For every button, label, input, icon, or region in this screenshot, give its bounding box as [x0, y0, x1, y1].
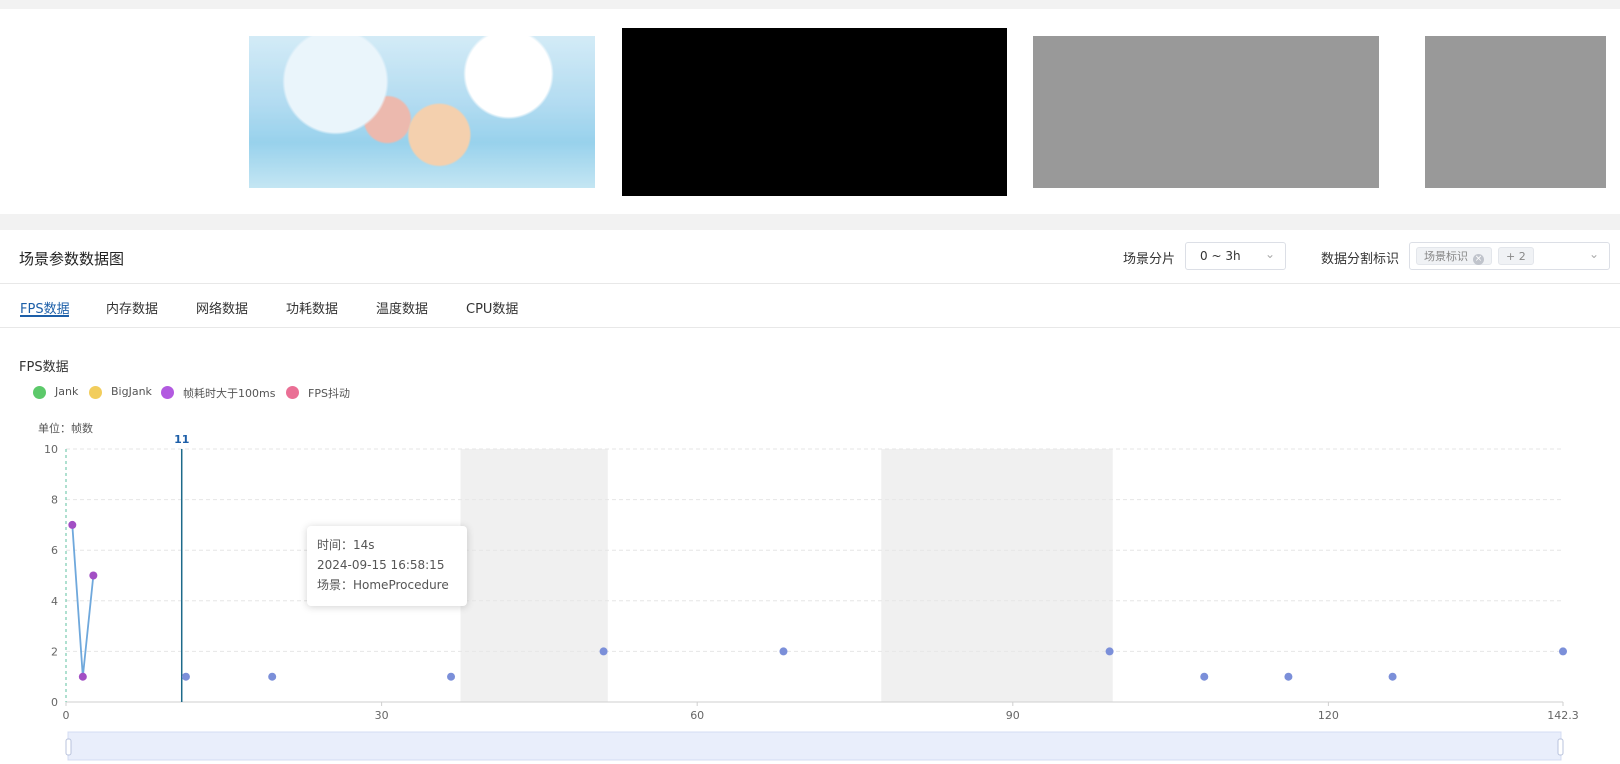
screenshot-strip: [0, 9, 1620, 214]
data-point: [89, 571, 98, 580]
y-tick-label: 8: [51, 494, 58, 507]
x-tick-label: 60: [690, 709, 704, 722]
screenshot-thumbnail-4[interactable]: [1425, 36, 1606, 188]
time-cursor-label: 11: [174, 433, 189, 446]
zoom-slider-track: [67, 731, 1562, 761]
fps-chart[interactable]: 单位：帧数 0 2 4 6 8 10 0 30 60 90 120 142.3 11: [0, 230, 1620, 764]
x-tick-label: 142.3: [1547, 709, 1579, 722]
screenshot-thumbnail-3[interactable]: [1033, 36, 1379, 188]
zoom-handle-left[interactable]: [65, 738, 72, 756]
data-point: [1105, 647, 1114, 656]
y-tick-label: 10: [44, 443, 58, 456]
y-axis-unit-label: 单位：帧数: [38, 421, 93, 435]
tooltip-datetime: 2024-09-15 16:58:15: [317, 558, 445, 572]
data-point: [1200, 672, 1209, 681]
chart-tooltip: 时间：14s 2024-09-15 16:58:15 场景：HomeProced…: [307, 526, 467, 606]
x-tick-label: 120: [1318, 709, 1339, 722]
data-point: [1284, 672, 1293, 681]
y-tick-label: 2: [51, 645, 58, 658]
data-point: [1559, 647, 1567, 656]
data-point: [599, 647, 608, 656]
y-tick-label: 6: [51, 544, 58, 557]
data-point: [1388, 672, 1397, 681]
screenshot-thumbnail-1[interactable]: [249, 36, 595, 188]
tooltip-scene: 场景：HomeProcedure: [317, 578, 449, 592]
data-point: [268, 672, 277, 681]
scene-shade-band: [881, 449, 1113, 702]
x-tick-label: 0: [63, 709, 70, 722]
screenshot-thumbnail-2[interactable]: [622, 28, 1007, 196]
data-point: [78, 672, 87, 681]
scene-parameter-panel: 场景参数数据图 场景分片 0 ~ 3h ⌄ 数据分割标识 场景标识 × + 2 ⌄…: [0, 230, 1620, 764]
y-tick-label: 0: [51, 696, 58, 709]
x-tick-label: 30: [375, 709, 389, 722]
scene-shade-band: [460, 449, 608, 702]
tooltip-time: 时间：14s: [317, 538, 375, 552]
x-tick-label: 90: [1006, 709, 1020, 722]
data-point: [779, 647, 788, 656]
y-tick-label: 4: [51, 595, 58, 608]
data-point: [447, 672, 456, 681]
data-point: [181, 672, 190, 681]
data-point: [68, 520, 77, 529]
zoom-handle-right[interactable]: [1557, 738, 1564, 756]
